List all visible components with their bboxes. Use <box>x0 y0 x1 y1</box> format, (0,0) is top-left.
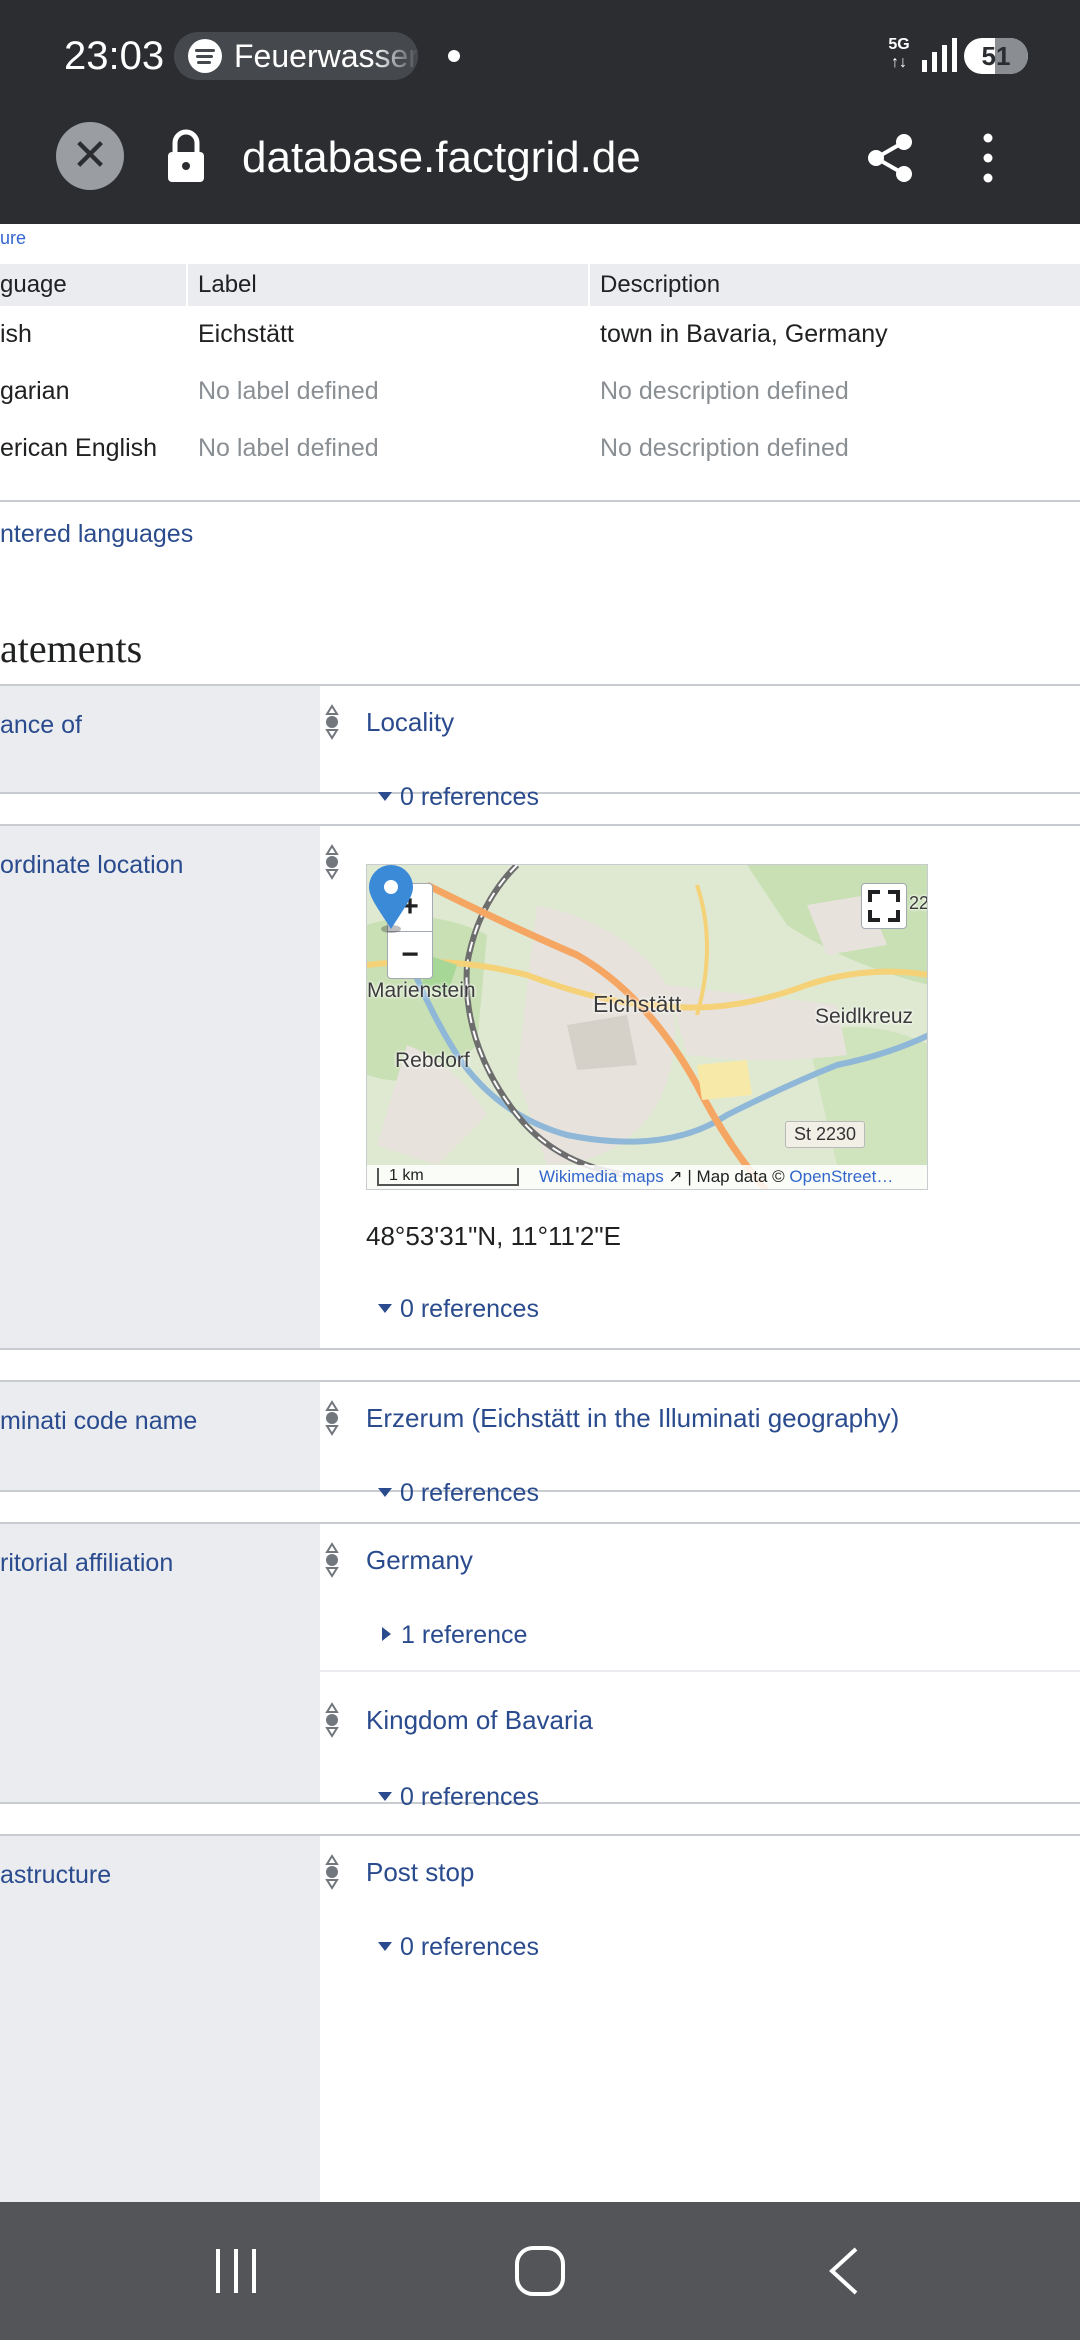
divider <box>320 1670 1080 1672</box>
fullscreen-icon <box>868 890 900 922</box>
header-language: guage <box>0 271 67 298</box>
map-road-label: St 2230 <box>785 1121 866 1148</box>
map-place-label: Eichstätt <box>593 991 682 1017</box>
statement-group-illuminati-code-name: minati code name Erzerum (Eichstätt in t… <box>0 1380 1080 1507</box>
lock-icon <box>168 129 204 182</box>
signal-icon <box>922 38 957 72</box>
table-row: erican English No label defined No descr… <box>0 420 1080 477</box>
browser-toolbar: ✕ database.factgrid.de <box>0 112 1080 224</box>
recent-apps-icon <box>216 2249 256 2293</box>
coordinates-value: 48°53'31"N, 11°11'2"E <box>366 1221 621 1251</box>
statement-group-infrastructure: astructure Post stop 0 references <box>0 1834 1080 2202</box>
map-place-label: Rebdorf <box>395 1049 470 1072</box>
caret-down-icon <box>378 1941 392 1951</box>
close-tab-button[interactable]: ✕ <box>56 122 124 190</box>
status-bar: 23:03 Feuerwasser 5G ↑↓ 51 <box>0 0 1080 112</box>
row-description: No description defined <box>600 377 849 405</box>
row-description: No description defined <box>600 434 849 462</box>
rank-normal-icon[interactable] <box>324 1540 340 1580</box>
location-map[interactable]: + − 22 Marienstein Eichstätt Seidlkreuz … <box>366 864 928 1190</box>
table-row: garian No label defined No description d… <box>0 363 1080 420</box>
references-toggle[interactable]: 0 references <box>378 780 539 814</box>
references-toggle[interactable]: 0 references <box>378 1476 539 1510</box>
property-link[interactable]: minati code name <box>0 1404 197 1438</box>
battery-icon: 51 <box>964 38 1028 74</box>
spotify-icon <box>188 39 222 73</box>
openstreetmap-link[interactable]: OpenStreet… <box>789 1167 893 1186</box>
divider <box>0 500 1080 502</box>
row-language: garian <box>0 377 70 405</box>
rank-normal-icon[interactable] <box>324 842 340 882</box>
zoom-out-button[interactable]: − <box>388 932 432 979</box>
statements-heading: atements <box>0 626 143 671</box>
table-row: ish Eichstätt town in Bavaria, Germany <box>0 306 1080 363</box>
header-label: Label <box>198 271 257 298</box>
status-time: 23:03 <box>64 34 165 78</box>
recent-apps-button[interactable] <box>196 2202 276 2340</box>
battery-level: 51 <box>981 41 1011 71</box>
statement-value-link[interactable]: Post stop <box>366 1854 474 1890</box>
statement-value-link[interactable]: Erzerum (Eichstätt in the Illuminati geo… <box>366 1400 899 1436</box>
url-field[interactable]: database.factgrid.de <box>242 130 641 186</box>
map-place-label: Seidlkreuz <box>815 1005 914 1028</box>
caret-down-icon <box>378 1487 392 1497</box>
home-button[interactable] <box>500 2202 580 2340</box>
labels-table: guage Label Description ish Eichstätt to… <box>0 264 1080 477</box>
notification-dot-icon <box>448 50 460 62</box>
statement-group-coordinate-location: ordinate location + − 22 Marienstein Eic… <box>0 824 1080 1350</box>
statement-value-link[interactable]: Germany <box>366 1542 473 1578</box>
labels-table-header: guage Label Description <box>0 264 1080 306</box>
row-language: ish <box>0 320 32 348</box>
caret-down-icon <box>378 1791 392 1801</box>
caret-down-icon <box>378 1303 392 1313</box>
home-icon <box>515 2246 565 2296</box>
statement-value-link[interactable]: Kingdom of Bavaria <box>366 1702 593 1738</box>
rank-normal-icon[interactable] <box>324 702 340 742</box>
back-icon <box>829 2247 858 2295</box>
property-link[interactable]: ance of <box>0 708 82 742</box>
network-5g-icon: 5G ↑↓ <box>888 36 910 71</box>
map-scale: 1 km <box>377 1168 519 1186</box>
all-languages-link[interactable]: ntered languages <box>0 516 193 552</box>
caret-right-icon <box>382 1627 391 1642</box>
header-description: Description <box>600 271 721 298</box>
row-label: No label defined <box>198 377 379 405</box>
map-attribution: 1 km Wikimedia maps ↗ | Map data © OpenS… <box>367 1165 927 1189</box>
caret-down-icon <box>378 791 392 801</box>
row-label: No label defined <box>198 434 379 462</box>
breadcrumb-link[interactable]: ure <box>0 228 26 249</box>
row-description: town in Bavaria, Germany <box>600 320 888 348</box>
system-nav-bar <box>0 2202 1080 2340</box>
row-label: Eichstätt <box>198 320 294 348</box>
property-link[interactable]: astructure <box>0 1858 111 1892</box>
map-place-label: 22 <box>909 893 928 913</box>
fullscreen-button[interactable] <box>861 883 907 929</box>
statement-group-instance-of: ance of Locality 0 references <box>0 684 1080 811</box>
back-button[interactable] <box>804 2202 884 2340</box>
references-toggle[interactable]: 0 references <box>378 1930 539 1964</box>
external-link-icon: ↗ <box>663 1167 683 1186</box>
page-content: ure guage Label Description ish Eichstät… <box>0 224 1080 2202</box>
share-icon[interactable] <box>866 132 914 184</box>
map-place-label: Marienstein <box>367 979 476 1002</box>
statement-value-link[interactable]: Locality <box>366 704 454 740</box>
row-language: erican English <box>0 434 158 462</box>
wikimedia-maps-link[interactable]: Wikimedia maps <box>539 1167 664 1186</box>
property-link[interactable]: ritorial affiliation <box>0 1546 173 1580</box>
statement-group-territorial-affiliation: ritorial affiliation Germany 1 reference… <box>0 1522 1080 1811</box>
rank-normal-icon[interactable] <box>324 1398 340 1438</box>
references-toggle[interactable]: 0 references <box>378 1292 539 1326</box>
media-notification-pill[interactable]: Feuerwasser <box>174 32 418 80</box>
more-menu-icon[interactable] <box>978 132 998 184</box>
map-marker-icon[interactable] <box>367 865 415 935</box>
references-toggle[interactable]: 1 reference <box>378 1618 527 1652</box>
rank-normal-icon[interactable] <box>324 1852 340 1892</box>
property-link[interactable]: ordinate location <box>0 848 183 882</box>
notification-text: Feuerwasser <box>234 37 418 74</box>
rank-normal-icon[interactable] <box>324 1700 340 1740</box>
references-toggle[interactable]: 0 references <box>378 1780 539 1814</box>
